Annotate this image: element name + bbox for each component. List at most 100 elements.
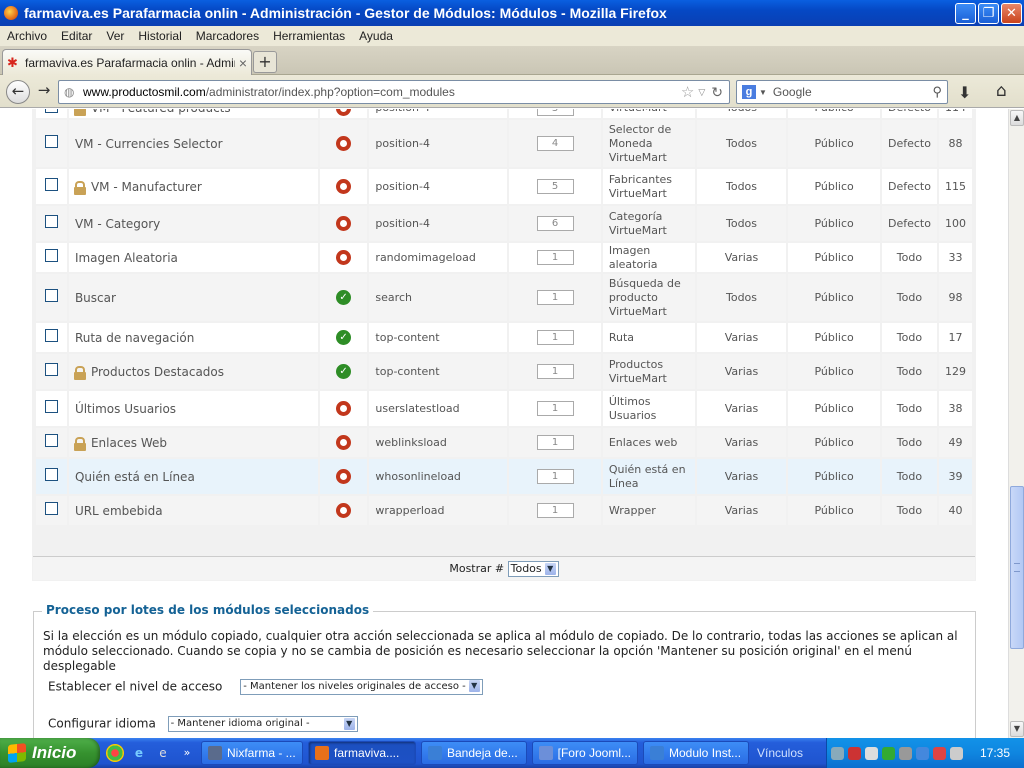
ordering-input[interactable]: 6	[536, 216, 574, 231]
menu-marcadores[interactable]: Marcadores	[189, 29, 266, 43]
module-name-link[interactable]: Imagen Aleatoria	[75, 251, 178, 265]
ordering-input[interactable]: 1	[536, 290, 574, 305]
ie-quicklaunch-icon[interactable]: e	[130, 744, 148, 762]
row-checkbox[interactable]	[44, 400, 58, 413]
google-engine-icon[interactable]: g	[742, 85, 756, 99]
row-checkbox[interactable]	[44, 329, 58, 342]
ie-alt-quicklaunch-icon[interactable]: e	[154, 744, 172, 762]
disabled-status-icon[interactable]	[336, 109, 352, 116]
site-identity-icon[interactable]: ◍	[64, 85, 78, 99]
module-name-link[interactable]: Quién está en Línea	[75, 470, 195, 484]
display-num-select[interactable]: Todos ▼	[507, 561, 559, 577]
scroll-up-icon[interactable]: ▲	[1010, 110, 1024, 126]
volume-tray-icon[interactable]	[950, 746, 963, 760]
menu-herramientas[interactable]: Herramientas	[266, 29, 352, 43]
engine-dropdown-icon[interactable]: ▼	[759, 88, 767, 97]
new-tab-button[interactable]: +	[253, 51, 277, 73]
scroll-down-icon[interactable]: ▼	[1010, 721, 1024, 737]
bookmark-star-icon[interactable]: ☆	[681, 83, 694, 101]
tab-close-icon[interactable]: ×	[235, 55, 251, 71]
batch-access-select[interactable]: - Mantener los niveles originales de acc…	[240, 679, 483, 695]
vertical-scrollbar[interactable]: ▲ ▼	[1008, 109, 1024, 738]
connection-tray-icon[interactable]	[916, 746, 929, 760]
menu-historial[interactable]: Historial	[131, 29, 188, 43]
menu-archivo[interactable]: Archivo	[0, 29, 54, 43]
browser-tab[interactable]: ✱ farmaviva.es Parafarmacia onlin - Admi…	[2, 49, 252, 75]
ordering-input[interactable]: 1	[536, 250, 574, 265]
links-toolbar-label[interactable]: Vínculos	[757, 746, 803, 760]
module-name-link[interactable]: Ruta de navegación	[75, 331, 194, 345]
start-button[interactable]: Inicio	[0, 738, 100, 768]
ordering-input[interactable]: 1	[536, 330, 574, 345]
maximize-button[interactable]: ❐	[978, 2, 999, 24]
module-name-link[interactable]: Productos Destacados	[91, 365, 224, 379]
forward-button[interactable]: →	[32, 80, 56, 104]
ordering-input[interactable]: 1	[536, 503, 574, 518]
chrome-quicklaunch-icon[interactable]	[106, 744, 124, 762]
home-icon[interactable]: ⌂	[996, 81, 1007, 101]
ordering-input[interactable]: 1	[536, 364, 574, 379]
enabled-check-icon[interactable]: ✓	[336, 330, 352, 345]
network-tray-icon[interactable]	[865, 746, 878, 760]
module-name-link[interactable]: Enlaces Web	[91, 436, 167, 450]
alert-tray-icon[interactable]	[933, 746, 946, 760]
row-checkbox[interactable]	[44, 135, 58, 148]
ordering-input[interactable]: 1	[536, 401, 574, 416]
enabled-check-icon[interactable]: ✓	[336, 364, 352, 379]
taskbar-button[interactable]: Nixfarma - ...	[201, 741, 303, 765]
disabled-status-icon[interactable]	[336, 250, 352, 265]
module-name-link[interactable]: VM - Featured products	[91, 109, 231, 115]
row-checkbox[interactable]	[44, 215, 58, 228]
row-checkbox[interactable]	[44, 434, 58, 447]
antivirus-tray-icon[interactable]	[848, 746, 861, 760]
disabled-status-icon[interactable]	[336, 435, 352, 450]
row-checkbox[interactable]	[44, 289, 58, 302]
disabled-status-icon[interactable]	[336, 469, 352, 484]
url-text[interactable]: www.productosmil.com/administrator/index…	[83, 85, 681, 99]
row-checkbox[interactable]	[44, 363, 58, 376]
batch-language-select[interactable]: - Mantener idioma original - ▼	[167, 716, 358, 732]
menu-ver[interactable]: Ver	[99, 29, 131, 43]
search-magnifier-icon[interactable]: ⚲	[932, 84, 942, 100]
disabled-status-icon[interactable]	[336, 179, 352, 194]
module-name-link[interactable]: VM - Manufacturer	[91, 180, 202, 194]
module-name-link[interactable]: VM - Category	[75, 217, 160, 231]
taskbar-button[interactable]: farmaviva....	[308, 741, 416, 765]
taskbar-button[interactable]: Bandeja de...	[421, 741, 527, 765]
minimize-button[interactable]: _	[955, 2, 976, 24]
url-bar[interactable]: ◍ www.productosmil.com/administrator/ind…	[58, 80, 730, 104]
taskbar-button[interactable]: Modulo Inst...	[643, 741, 749, 765]
menu-ayuda[interactable]: Ayuda	[352, 29, 400, 43]
search-tray-icon[interactable]	[831, 746, 844, 760]
module-name-link[interactable]: VM - Currencies Selector	[75, 137, 223, 151]
ordering-input[interactable]: 1	[536, 435, 574, 450]
ordering-input[interactable]: 1	[536, 469, 574, 484]
scrollbar-thumb[interactable]	[1010, 486, 1024, 649]
quicklaunch-more-icon[interactable]: »	[178, 744, 196, 762]
back-button[interactable]: ←	[6, 80, 30, 104]
ordering-input[interactable]: 5	[536, 179, 574, 194]
row-checkbox[interactable]	[44, 468, 58, 481]
disabled-status-icon[interactable]	[336, 503, 352, 518]
update-tray-icon[interactable]	[882, 746, 895, 760]
reload-icon[interactable]: ↻	[711, 84, 723, 101]
ordering-input[interactable]: 3	[536, 109, 574, 116]
module-name-link[interactable]: URL embebida	[75, 504, 163, 518]
device-tray-icon[interactable]	[899, 746, 912, 760]
disabled-status-icon[interactable]	[336, 216, 352, 231]
url-history-dropdown-icon[interactable]: ▽	[698, 87, 705, 98]
disabled-status-icon[interactable]	[336, 136, 352, 151]
downloads-icon[interactable]: ⬇	[958, 83, 971, 102]
menu-editar[interactable]: Editar	[54, 29, 99, 43]
row-checkbox[interactable]	[44, 502, 58, 515]
row-checkbox[interactable]	[44, 109, 58, 113]
row-checkbox[interactable]	[44, 249, 58, 262]
search-input[interactable]: Google	[773, 85, 933, 99]
disabled-status-icon[interactable]	[336, 401, 352, 416]
ordering-input[interactable]: 4	[536, 136, 574, 151]
row-checkbox[interactable]	[44, 178, 58, 191]
search-bar[interactable]: g ▼ Google ⚲	[736, 80, 948, 104]
module-name-link[interactable]: Últimos Usuarios	[75, 402, 176, 416]
taskbar-button[interactable]: [Foro Jooml...	[532, 741, 638, 765]
module-name-link[interactable]: Buscar	[75, 291, 116, 305]
